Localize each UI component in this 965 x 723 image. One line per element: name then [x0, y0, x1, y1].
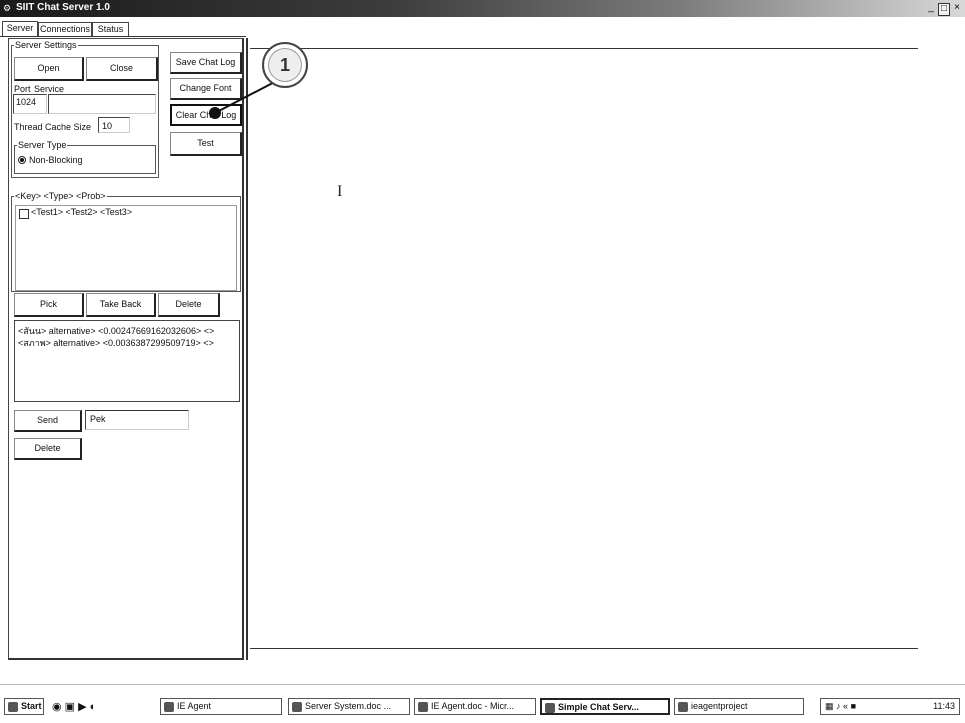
task-label: IE Agent.doc - Micr... [431, 701, 515, 711]
tab-status[interactable]: Status [92, 22, 129, 36]
tray-app-icon[interactable]: ■ [851, 701, 856, 711]
internet-explorer-icon[interactable]: ◉ [52, 701, 62, 713]
task-label: Simple Chat Serv... [558, 702, 639, 712]
list-item-checkbox[interactable] [19, 209, 29, 219]
task-label: IE Agent [177, 701, 212, 711]
delete-message-button[interactable]: Delete [14, 438, 82, 460]
tab-strip-divider [0, 36, 246, 37]
delete-key-button[interactable]: Delete [158, 293, 220, 317]
word-doc-icon [418, 701, 428, 712]
take-back-button[interactable]: Take Back [86, 293, 156, 317]
thread-cache-label: Thread Cache Size [14, 122, 92, 132]
chat-log-left-border [246, 38, 248, 660]
open-button[interactable]: Open [14, 57, 84, 81]
volume-icon[interactable]: ♪ [836, 701, 841, 711]
clock[interactable]: 11:43 [933, 699, 955, 714]
chat-log-area[interactable] [250, 50, 918, 647]
thread-cache-input[interactable]: 10 [98, 117, 130, 133]
alternative-item[interactable]: <สภาพ> alternative> <0.0036387299509719>… [18, 336, 214, 350]
message-input[interactable]: Pek [85, 410, 189, 430]
start-button[interactable]: Start [4, 698, 44, 715]
service-label: Service [34, 84, 65, 94]
desktop-icon[interactable]: ▣ [65, 701, 75, 713]
task-label: ieagentproject [691, 701, 748, 711]
key-list-legend: <Key> <Type> <Prob> [14, 191, 107, 201]
windows-logo-icon [8, 701, 18, 712]
taskbar-item-ieagentproject[interactable]: ieagentproject [674, 698, 804, 715]
minimize-button[interactable]: _ [926, 3, 936, 14]
expand-tray-icon[interactable]: « [843, 701, 848, 711]
callout-target-dot-icon [209, 107, 221, 119]
taskbar-item-ie-agent-doc[interactable]: IE Agent.doc - Micr... [414, 698, 536, 715]
task-label: Server System.doc ... [305, 701, 392, 711]
non-blocking-radio[interactable] [18, 156, 26, 164]
tab-connections[interactable]: Connections [38, 22, 92, 36]
window-title: SIIT Chat Server 1.0 [16, 2, 110, 13]
quick-launch[interactable]: ◉ ▣ ▶ ◐ [52, 700, 96, 713]
test-button[interactable]: Test [170, 132, 242, 156]
chat-log-top-border [250, 48, 918, 49]
pick-button[interactable]: Pick [14, 293, 84, 317]
server-type-legend: Server Type [17, 140, 68, 150]
folder-icon [164, 701, 174, 712]
taskbar-item-ie-agent[interactable]: IE Agent [160, 698, 282, 715]
close-window-button[interactable]: × [952, 3, 962, 14]
callout-badge: 1 [262, 42, 308, 88]
word-doc-icon [292, 701, 302, 712]
system-tray: ▦ ♪ « ■ 11:43 [820, 698, 960, 715]
maximize-button[interactable]: □ [938, 3, 950, 16]
chat-log-bottom-border [250, 648, 918, 649]
start-label: Start [21, 701, 42, 711]
close-button[interactable]: Close [86, 57, 158, 81]
media-icon[interactable]: ▶ [78, 701, 86, 713]
port-label: Port [14, 84, 31, 94]
tab-server[interactable]: Server [2, 21, 38, 36]
app-icon: ⚙ [3, 3, 12, 13]
browser-icon[interactable]: ◐ [90, 701, 97, 713]
send-button[interactable]: Send [14, 410, 82, 432]
taskbar-item-server-system-doc[interactable]: Server System.doc ... [288, 698, 410, 715]
radio-dot-icon [20, 158, 24, 162]
port-input[interactable]: 1024 [13, 94, 47, 114]
server-settings-legend: Server Settings [14, 40, 78, 50]
app-icon [545, 702, 555, 713]
title-bar[interactable] [0, 0, 965, 17]
service-input[interactable] [48, 94, 156, 114]
project-icon [678, 701, 688, 712]
list-item[interactable]: <Test1> <Test2> <Test3> [31, 207, 132, 217]
key-list-box[interactable] [15, 205, 237, 291]
network-icon[interactable]: ▦ [825, 701, 834, 711]
non-blocking-label: Non-Blocking [29, 155, 83, 165]
taskbar-item-simple-chat-server[interactable]: Simple Chat Serv... [540, 698, 670, 715]
text-cursor-icon: I [337, 183, 343, 200]
